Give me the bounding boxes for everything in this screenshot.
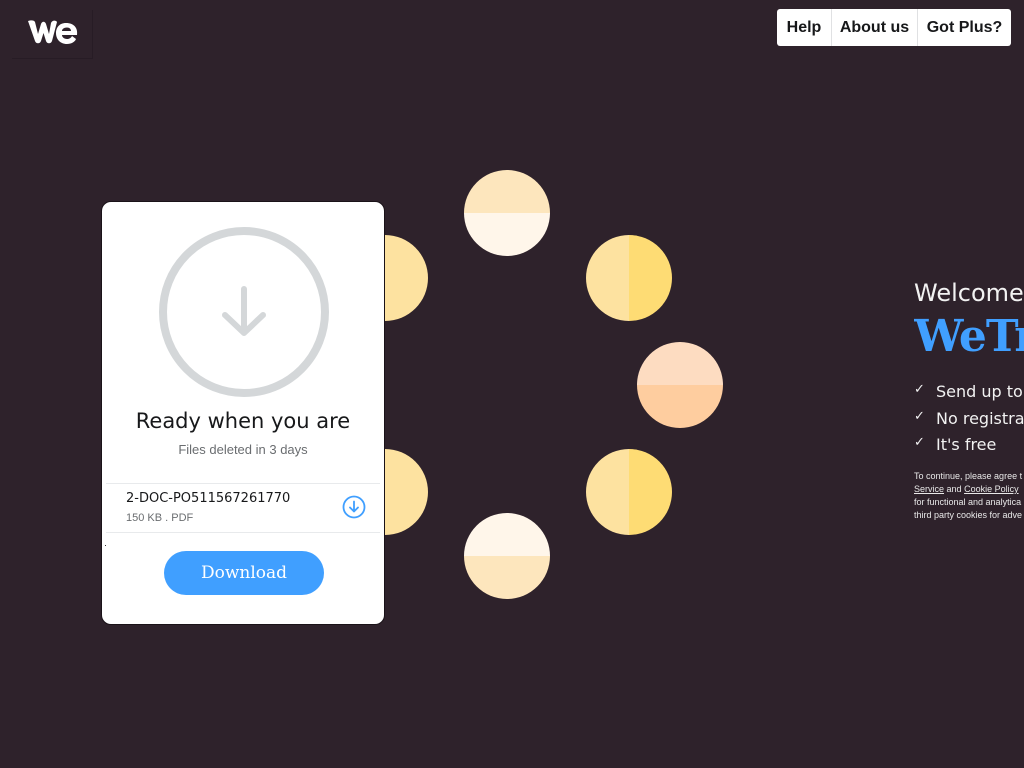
circle-upper-right [586,235,672,321]
cookie-policy-link[interactable]: Cookie Policy [964,484,1019,494]
check-icon: ✓ [914,435,925,450]
file-name: 2-DOC-PO511567261770 [126,491,291,506]
download-button[interactable]: Download [164,551,324,595]
download-circle-icon[interactable] [342,495,366,519]
feature-item: ✓ No registrat [914,408,1024,428]
circle-bottom [464,513,550,599]
file-meta: 150 KB . PDF [126,512,194,524]
legal-line: To continue, please agree t [914,471,1023,481]
legal-and: and [946,484,962,494]
card-subtitle: Files deleted in 3 days [178,442,308,457]
help-button[interactable]: Help [777,9,832,46]
feature-item: ✓Send up to 2 [914,382,1024,401]
download-status-circle [159,227,329,397]
welcome-title: Welcome [914,279,1024,307]
check-icon: ✓ [914,408,925,424]
legal-line: for functional and analytica [914,497,1022,507]
download-card: Ready when you are Files deleted in 3 da… [101,201,385,625]
circle-right [637,342,723,428]
about-us-button[interactable]: About us [832,9,918,46]
feature-list: ✓Send up to 2 ✓No registrat ✓It's free [914,382,1024,462]
download-arrow-icon [222,286,266,336]
legal-line: Service and Cookie Policy [914,483,1024,496]
check-icon: ✓ [914,382,925,397]
welcome-panel: Welcome WeTr ✓Send up to 2 ✓No registrat… [914,0,1024,768]
legal-text: To continue, please agree t Service and … [914,470,1024,522]
circle-lower-right [586,449,672,535]
card-title: Ready when you are [135,409,351,433]
file-row[interactable]: 2-DOC-PO511567261770 150 KB . PDF [106,483,380,533]
feature-item: ✓ It's free [914,435,997,454]
circle-top [464,170,550,256]
wetransfer-wordmark: WeTr [914,311,1024,362]
wetransfer-we-logo-icon [28,20,78,44]
divider-dot [105,545,106,546]
terms-of-service-link[interactable]: Service [914,484,944,494]
legal-line: third party cookies for adve [914,510,1023,520]
wetransfer-logo[interactable] [12,10,93,59]
